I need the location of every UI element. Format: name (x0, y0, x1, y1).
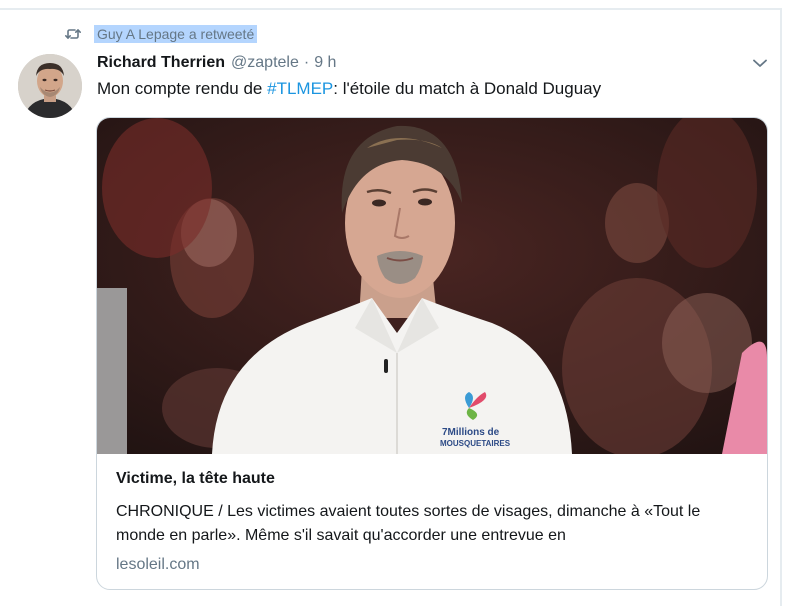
top-divider (0, 8, 781, 10)
card-image[interactable]: 7Millions de MOUSQUETAIRES (97, 118, 767, 454)
chevron-down-icon[interactable] (750, 56, 770, 70)
author-name[interactable]: Richard Therrien (97, 54, 225, 72)
tweet-text: Mon compte rendu de #TLMEP: l'étoile du … (97, 79, 601, 99)
timeline-border (780, 8, 782, 606)
avatar[interactable] (18, 54, 82, 118)
shirt-logo-line1: 7Millions de (442, 427, 500, 438)
tweet-text-prefix: Mon compte rendu de (97, 79, 268, 98)
retweeter-link[interactable]: Guy A Lepage a retweeté (94, 25, 258, 43)
card-body: Victime, la tête haute CHRONIQUE / Les v… (116, 468, 753, 574)
header-separator: · (303, 54, 310, 71)
card-description: CHRONIQUE / Les victimes avaient toutes … (116, 503, 701, 544)
shirt-logo-line2: MOUSQUETAIRES (440, 439, 511, 448)
card-domain: lesoleil.com (116, 556, 200, 573)
card-title: Victime, la tête haute (116, 470, 275, 487)
tweet-text-suffix: : l'étoile du match à Donald Duguay (333, 79, 602, 98)
retweet-context: Guy A Lepage a retweeté (64, 22, 258, 46)
tweet-timestamp[interactable]: 9 h (314, 54, 336, 72)
link-card[interactable]: 7Millions de MOUSQUETAIRES Victime, la t… (96, 117, 768, 590)
hashtag-link[interactable]: #TLMEP (267, 79, 333, 98)
author-handle[interactable]: @zaptele (231, 54, 299, 72)
tweet-header: Richard Therrien @zaptele · 9 h (97, 52, 772, 74)
retweet-icon (64, 25, 82, 43)
